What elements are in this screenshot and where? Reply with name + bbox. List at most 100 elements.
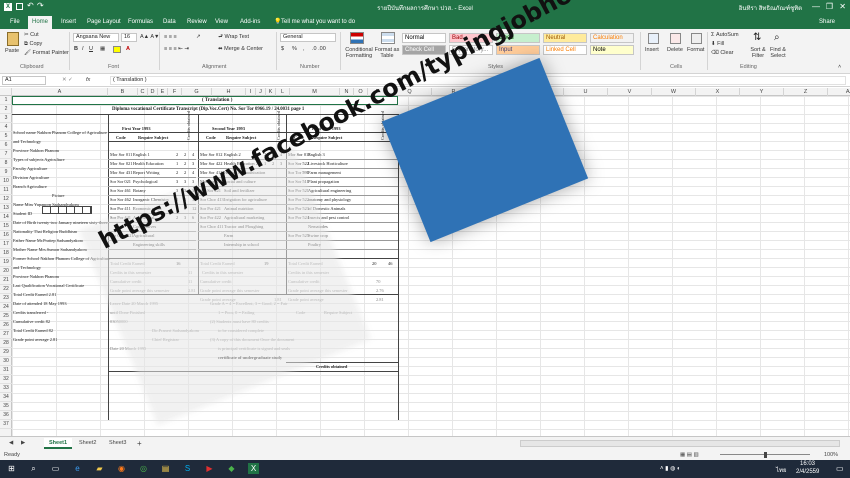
orientation-icon[interactable]: ↗ — [196, 34, 201, 41]
clock-time[interactable]: 16:03 — [800, 461, 815, 467]
windows-start-icon[interactable]: ⊞ — [6, 463, 17, 474]
column-header-g[interactable]: G — [182, 88, 212, 96]
fill-color-icon[interactable] — [113, 46, 121, 53]
row-header-10[interactable]: 10 — [0, 177, 12, 186]
row-header-6[interactable]: 6 — [0, 141, 12, 150]
italic-button[interactable]: I — [82, 46, 84, 53]
style-note[interactable]: Note — [590, 45, 634, 55]
sheet-tab-1[interactable]: Sheet1 — [44, 438, 73, 449]
tray-icons[interactable]: ˄ ▮ ◍ ◐ — [660, 465, 681, 472]
conditional-formatting-icon[interactable] — [350, 32, 364, 44]
row-header-32[interactable]: 32 — [0, 375, 12, 384]
tab-view[interactable]: View — [211, 16, 232, 29]
format-painter-button[interactable]: 🖌 Format Painter — [24, 50, 69, 57]
row-header-37[interactable]: 37 — [0, 420, 12, 429]
borders-icon[interactable]: ▦ — [100, 46, 105, 53]
cut-button[interactable]: ✂ Cut — [24, 32, 39, 39]
notifications-icon[interactable]: ▭ — [836, 464, 844, 473]
name-box[interactable]: A1 — [2, 76, 46, 85]
row-header-5[interactable]: 5 — [0, 132, 12, 141]
style-normal[interactable]: Normal — [402, 33, 446, 43]
sheet-tab-2[interactable]: Sheet2 — [74, 438, 101, 449]
column-header-aa[interactable]: AA — [828, 88, 850, 96]
task-view-icon[interactable]: ▭ — [50, 463, 61, 474]
style-calculation[interactable]: Calculation — [590, 33, 634, 43]
clock-date[interactable]: 2/4/2559 — [796, 469, 819, 475]
add-sheet-button[interactable]: + — [132, 438, 147, 449]
row-header-16[interactable]: 16 — [0, 231, 12, 240]
autosum-button[interactable]: Σ AutoSum — [711, 32, 739, 39]
column-header-l[interactable]: L — [276, 88, 290, 96]
row-header-34[interactable]: 34 — [0, 393, 12, 402]
minimize-icon[interactable]: — — [812, 2, 820, 11]
firefox-icon[interactable]: ◉ — [116, 463, 127, 474]
find-select-button[interactable]: Find & Select — [768, 47, 788, 59]
row-header-19[interactable]: 19 — [0, 258, 12, 267]
merge-center-button[interactable]: ⬌ Merge & Center — [218, 46, 263, 53]
row-header-23[interactable]: 23 — [0, 294, 12, 303]
row-header-14[interactable]: 14 — [0, 213, 12, 222]
row-header-11[interactable]: 11 — [0, 186, 12, 195]
tab-review[interactable]: Review — [183, 16, 211, 29]
select-all-corner[interactable] — [0, 88, 12, 96]
row-header-12[interactable]: 12 — [0, 195, 12, 204]
column-header-d[interactable]: D — [148, 88, 158, 96]
view-buttons-icon[interactable]: ▦ ▤ ▥ — [680, 450, 699, 460]
folder-icon[interactable]: ▤ — [160, 463, 171, 474]
tell-me-input[interactable]: Tell me what you want to do — [277, 16, 359, 29]
share-button[interactable]: Share — [815, 16, 839, 29]
number-format-select[interactable]: General — [280, 33, 336, 42]
zoom-slider-thumb[interactable] — [764, 452, 767, 458]
column-header-k[interactable]: K — [266, 88, 276, 96]
excel-taskbar-icon[interactable]: X — [248, 463, 259, 474]
row-header-26[interactable]: 26 — [0, 321, 12, 330]
user-name[interactable]: อินทิรา สิทธิณภัณฑ์ชูทิต — [739, 3, 802, 13]
row-header-31[interactable]: 31 — [0, 366, 12, 375]
media-icon[interactable]: ▶ — [204, 463, 215, 474]
comma-button[interactable]: , — [303, 46, 305, 53]
clear-button[interactable]: ⌫ Clear — [711, 50, 733, 57]
row-header-3[interactable]: 3 — [0, 114, 12, 123]
tab-file[interactable]: File — [6, 16, 24, 29]
row-header-21[interactable]: 21 — [0, 276, 12, 285]
column-header-i[interactable]: I — [246, 88, 256, 96]
column-header-m[interactable]: M — [290, 88, 340, 96]
search-icon[interactable]: ⌕ — [28, 463, 39, 474]
sort-filter-icon[interactable]: ⇅ — [753, 32, 761, 43]
column-header-u[interactable]: U — [564, 88, 608, 96]
font-size-select[interactable]: 16 — [121, 33, 137, 42]
formula-cancel-icon[interactable]: ✕ ✓ — [62, 77, 73, 84]
delete-cells-icon[interactable] — [670, 33, 681, 44]
row-header-2[interactable]: 2 — [0, 105, 12, 114]
percent-button[interactable]: % — [292, 46, 297, 53]
row-header-36[interactable]: 36 — [0, 411, 12, 420]
row-header-33[interactable]: 33 — [0, 384, 12, 393]
row-header-9[interactable]: 9 — [0, 168, 12, 177]
delete-button[interactable]: Delete — [667, 47, 683, 54]
row-header-29[interactable]: 29 — [0, 348, 12, 357]
close-icon[interactable]: ✕ — [839, 2, 846, 11]
app-icon[interactable]: ◆ — [226, 463, 237, 474]
sheet-next-icon[interactable]: ▶ — [16, 438, 30, 449]
zoom-level[interactable]: 100% — [824, 450, 838, 460]
row-header-13[interactable]: 13 — [0, 204, 12, 213]
row-header-18[interactable]: 18 — [0, 249, 12, 258]
tab-add-ins[interactable]: Add-ins — [236, 16, 264, 29]
wrap-text-button[interactable]: ⮐ Wrap Text — [218, 34, 249, 41]
conditional-formatting-button[interactable]: Conditional Formatting — [344, 47, 374, 59]
row-header-17[interactable]: 17 — [0, 240, 12, 249]
format-as-table-icon[interactable] — [381, 32, 395, 44]
paste-icon[interactable] — [7, 32, 19, 46]
column-header-v[interactable]: V — [608, 88, 652, 96]
tab-insert[interactable]: Insert — [57, 16, 80, 29]
insert-button[interactable]: Insert — [645, 47, 659, 54]
fx-icon[interactable]: fx — [86, 77, 90, 84]
column-header-y[interactable]: Y — [740, 88, 784, 96]
column-header-x[interactable]: X — [696, 88, 740, 96]
paste-button[interactable]: Paste — [5, 48, 19, 55]
column-header-j[interactable]: J — [256, 88, 266, 96]
tab-formulas[interactable]: Formulas — [124, 16, 157, 29]
row-header-22[interactable]: 22 — [0, 285, 12, 294]
align-top-icon[interactable]: ≡ ≡ ≡ — [164, 34, 177, 41]
bold-button[interactable]: B — [74, 46, 78, 53]
